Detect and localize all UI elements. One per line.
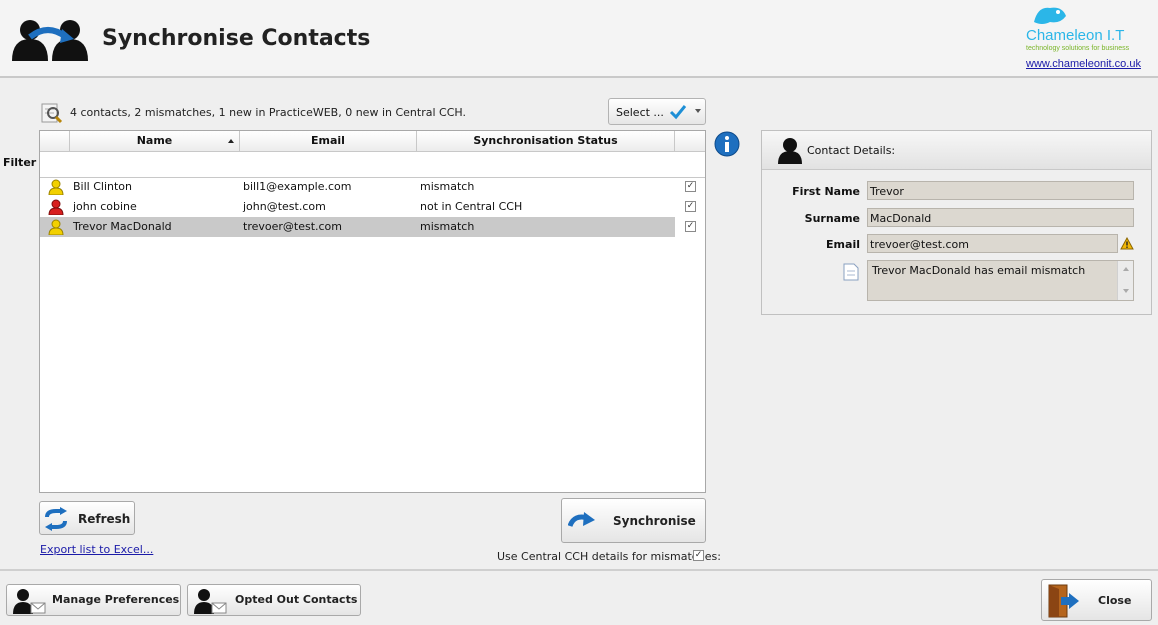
first-name-field[interactable]: Trevor — [867, 181, 1134, 200]
note-text: Trevor MacDonald has email mismatch — [872, 264, 1086, 277]
column-header-check[interactable] — [675, 131, 705, 152]
manage-preferences-label: Manage Preferences — [52, 593, 180, 606]
use-central-label: Use Central CCH details for mismatches: — [497, 550, 721, 563]
cell-name: Bill Clinton — [73, 180, 132, 193]
row-checkbox[interactable]: ✓ — [685, 181, 696, 192]
user-yellow-icon — [48, 179, 64, 195]
chevron-down-icon — [695, 109, 701, 113]
row-checkbox[interactable]: ✓ — [685, 221, 696, 232]
contact-details-title: Contact Details: — [807, 144, 896, 157]
logo-name: Chameleon I.T — [1026, 27, 1125, 44]
user-mail-icon — [194, 589, 227, 614]
table-row[interactable]: john cobine john@test.com not in Central… — [40, 197, 675, 217]
row-checkbox[interactable]: ✓ — [685, 201, 696, 212]
export-to-excel-link[interactable]: Export list to Excel... — [40, 543, 153, 556]
note-icon — [843, 263, 859, 281]
synchronise-contacts-icon — [12, 20, 88, 61]
exit-door-icon — [1048, 584, 1079, 618]
note-scrollbar[interactable] — [1117, 261, 1133, 300]
opted-out-contacts-label: Opted Out Contacts — [235, 593, 358, 606]
footer-divider — [0, 569, 1158, 571]
contact-details-panel: Contact Details: First Name Trevor Surna… — [761, 130, 1152, 315]
filter-row[interactable] — [40, 152, 705, 178]
cell-status: mismatch — [420, 220, 475, 233]
user-yellow-icon — [48, 219, 64, 235]
synchronise-arrow-icon — [568, 512, 595, 527]
refresh-button-label: Refresh — [78, 512, 131, 526]
cell-name: Trevor MacDonald — [73, 220, 172, 233]
cell-status: not in Central CCH — [420, 200, 523, 213]
surname-label: Surname — [804, 212, 860, 225]
chameleon-logo-icon — [1034, 7, 1066, 25]
first-name-label: First Name — [792, 185, 860, 198]
sort-ascending-icon — [228, 139, 234, 143]
column-header-name-label: Name — [136, 134, 173, 147]
cell-email: bill1@example.com — [243, 180, 352, 193]
column-header-name[interactable]: Name — [70, 131, 240, 152]
note-textarea[interactable]: Trevor MacDonald has email mismatch — [867, 260, 1134, 301]
opted-out-contacts-button[interactable]: Opted Out Contacts — [187, 584, 361, 616]
use-central-checkbox[interactable]: ✓ — [693, 550, 704, 561]
surname-field[interactable]: MacDonald — [867, 208, 1134, 227]
table-row-selected[interactable]: Trevor MacDonald trevoer@test.com mismat… — [40, 217, 675, 237]
column-header-status[interactable]: Synchronisation Status — [417, 131, 675, 152]
user-red-icon — [48, 199, 64, 215]
logo-link[interactable]: www.chameleonit.co.uk — [1026, 58, 1141, 70]
checkmark-icon — [669, 105, 687, 120]
close-button[interactable]: Close — [1041, 579, 1152, 621]
scroll-down-icon[interactable] — [1123, 289, 1129, 293]
page-title: Synchronise Contacts — [102, 26, 371, 51]
info-icon[interactable] — [714, 131, 740, 157]
column-header-icon[interactable] — [40, 131, 70, 152]
column-header-status-label: Synchronisation Status — [473, 134, 618, 147]
synchronise-button[interactable]: Synchronise — [561, 498, 706, 543]
synchronise-button-label: Synchronise — [613, 514, 696, 528]
column-header-email-label: Email — [311, 134, 345, 147]
select-dropdown-label: Select ... — [616, 106, 664, 119]
email-field[interactable]: trevoer@test.com — [867, 234, 1118, 253]
cell-email: trevoer@test.com — [243, 220, 343, 233]
filter-label: Filter — [3, 156, 37, 169]
column-header-email[interactable]: Email — [240, 131, 417, 152]
cell-name: john cobine — [73, 200, 137, 213]
contacts-grid: Name Email Synchronisation Status Bill C… — [39, 130, 706, 493]
scroll-up-icon[interactable] — [1123, 267, 1129, 271]
cell-email: john@test.com — [243, 200, 326, 213]
sync-summary: 4 contacts, 2 mismatches, 1 new in Pract… — [70, 106, 466, 119]
refresh-icon — [45, 507, 67, 531]
refresh-button[interactable]: Refresh — [39, 501, 135, 535]
contact-avatar-icon — [778, 138, 802, 164]
contact-details-header: Contact Details: — [762, 131, 1151, 170]
search-contacts-icon — [41, 103, 63, 124]
cell-status: mismatch — [420, 180, 475, 193]
manage-preferences-button[interactable]: Manage Preferences — [6, 584, 181, 616]
close-button-label: Close — [1098, 594, 1132, 607]
select-dropdown[interactable]: Select ... — [608, 98, 706, 125]
warning-icon — [1120, 237, 1134, 250]
user-mail-icon — [13, 589, 46, 614]
table-row[interactable]: Bill Clinton bill1@example.com mismatch — [40, 177, 675, 197]
email-label: Email — [826, 238, 860, 251]
logo-tagline: technology solutions for business — [1026, 45, 1130, 52]
